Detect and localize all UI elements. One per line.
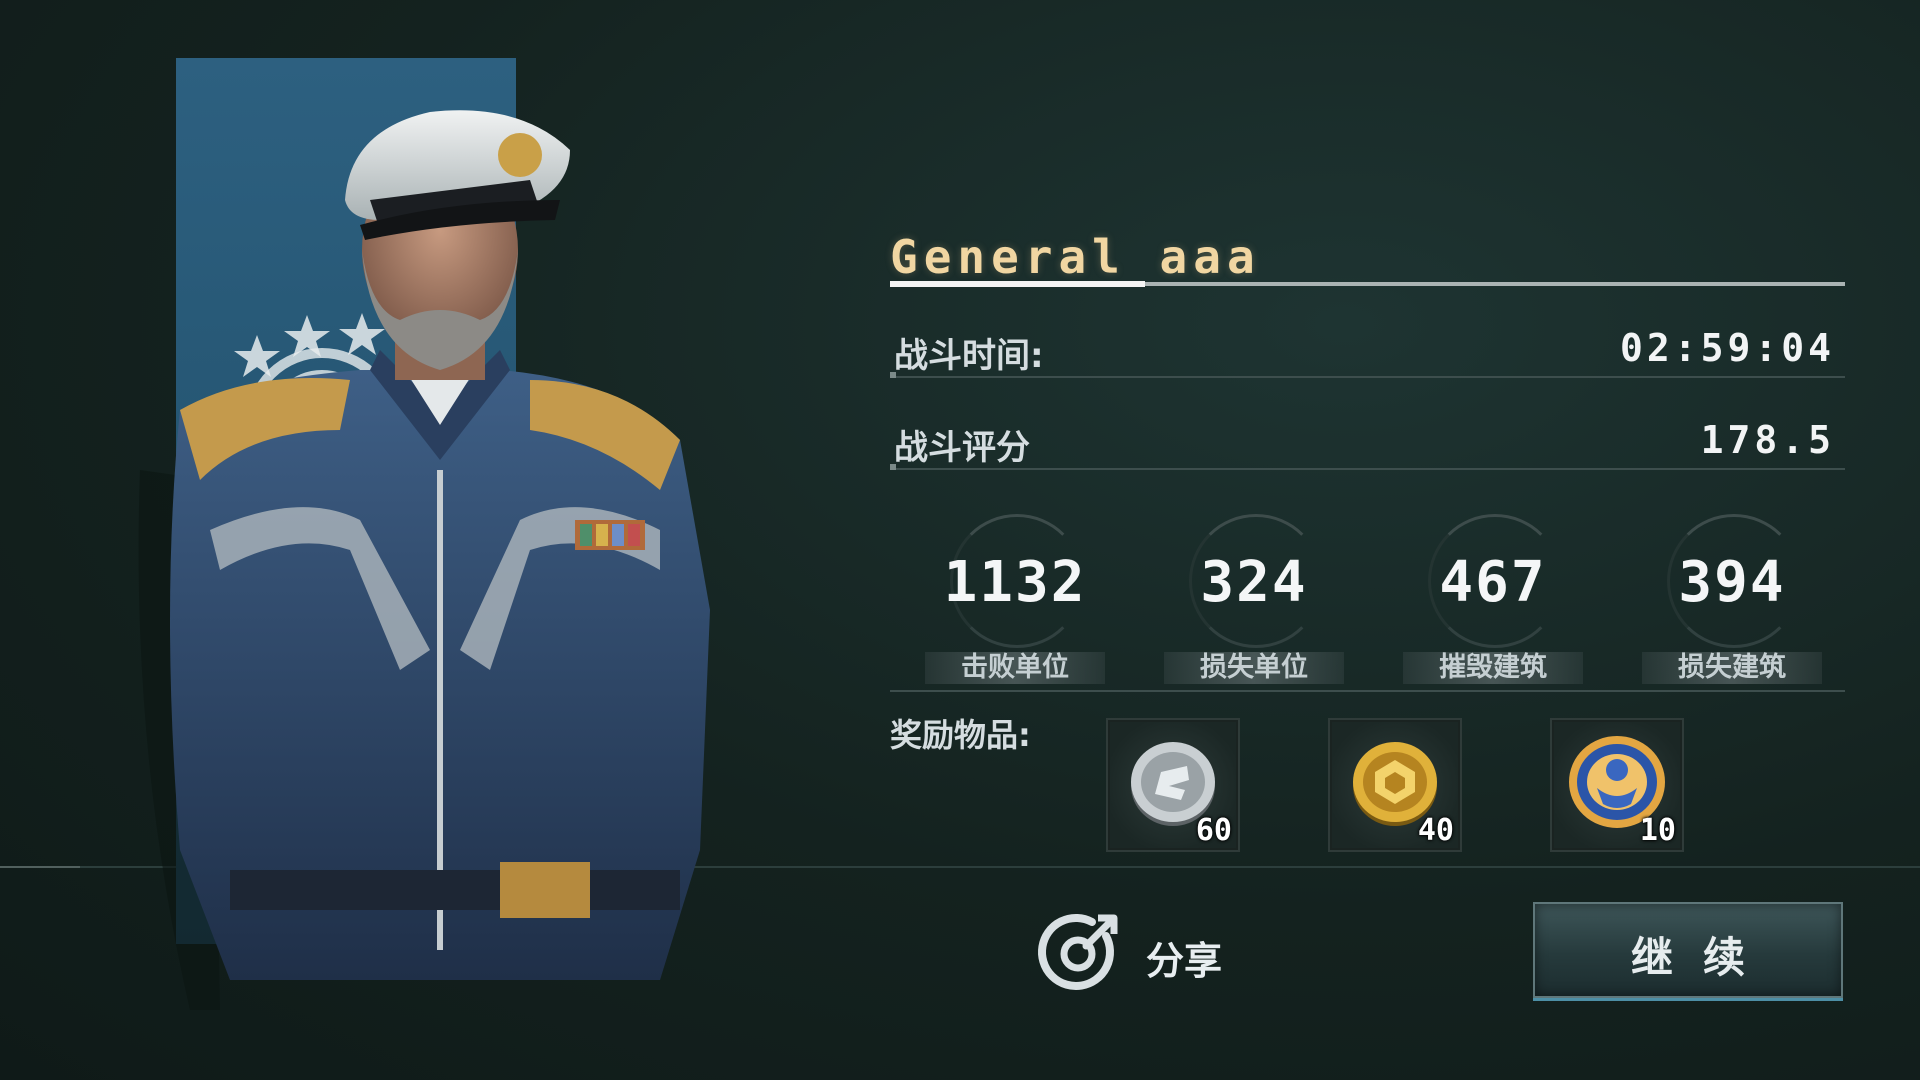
counter-label: 损失单位 <box>1164 652 1344 684</box>
battle-time-row: 战斗时间: 02:59:04 <box>890 320 1845 378</box>
general-figure <box>138 110 710 1010</box>
battle-counters: 1132 击败单位 324 损失单位 467 摧毁建筑 394 损失建筑 <box>890 510 1845 692</box>
counter-value: 324 <box>1200 550 1308 615</box>
counter-label: 击败单位 <box>925 652 1105 684</box>
reward-count: 10 <box>1639 813 1676 848</box>
battle-score-label: 战斗评分 <box>894 428 1030 468</box>
continue-label: 继续 <box>1630 933 1775 982</box>
counter-value: 1132 <box>943 550 1087 615</box>
rewards-label: 奖励物品: <box>890 716 1031 754</box>
counter-value: 467 <box>1439 550 1547 615</box>
share-icon <box>1038 914 1118 990</box>
battle-score-value: 178.5 <box>1700 418 1835 462</box>
reward-item-medal[interactable]: 10 <box>1550 718 1684 852</box>
reward-count: 40 <box>1417 813 1454 848</box>
counter-label: 摧毁建筑 <box>1403 652 1583 684</box>
name-underline-highlight <box>890 281 1145 287</box>
share-button[interactable]: 分享 <box>1036 906 1246 996</box>
share-label: 分享 <box>1146 939 1223 983</box>
continue-button[interactable]: 继续 <box>1533 902 1843 998</box>
counter-defeated-units: 1132 击败单位 <box>925 510 1105 685</box>
general-portrait <box>100 50 740 1010</box>
counter-destroyed-buildings: 467 摧毁建筑 <box>1403 510 1583 685</box>
battle-time-label: 战斗时间: <box>894 336 1044 376</box>
battle-time-value: 02:59:04 <box>1619 326 1835 370</box>
counter-lost-units: 324 损失单位 <box>1164 510 1344 685</box>
reward-item-gold-coin[interactable]: 40 <box>1328 718 1462 852</box>
reward-count: 60 <box>1195 813 1232 848</box>
counter-lost-buildings: 394 损失建筑 <box>1642 510 1822 685</box>
counter-label: 损失建筑 <box>1642 652 1822 684</box>
counter-value: 394 <box>1678 550 1786 615</box>
battle-score-row: 战斗评分 178.5 <box>890 412 1845 470</box>
general-name: General aaa <box>890 230 1261 284</box>
reward-item-silver-coin[interactable]: 60 <box>1106 718 1240 852</box>
